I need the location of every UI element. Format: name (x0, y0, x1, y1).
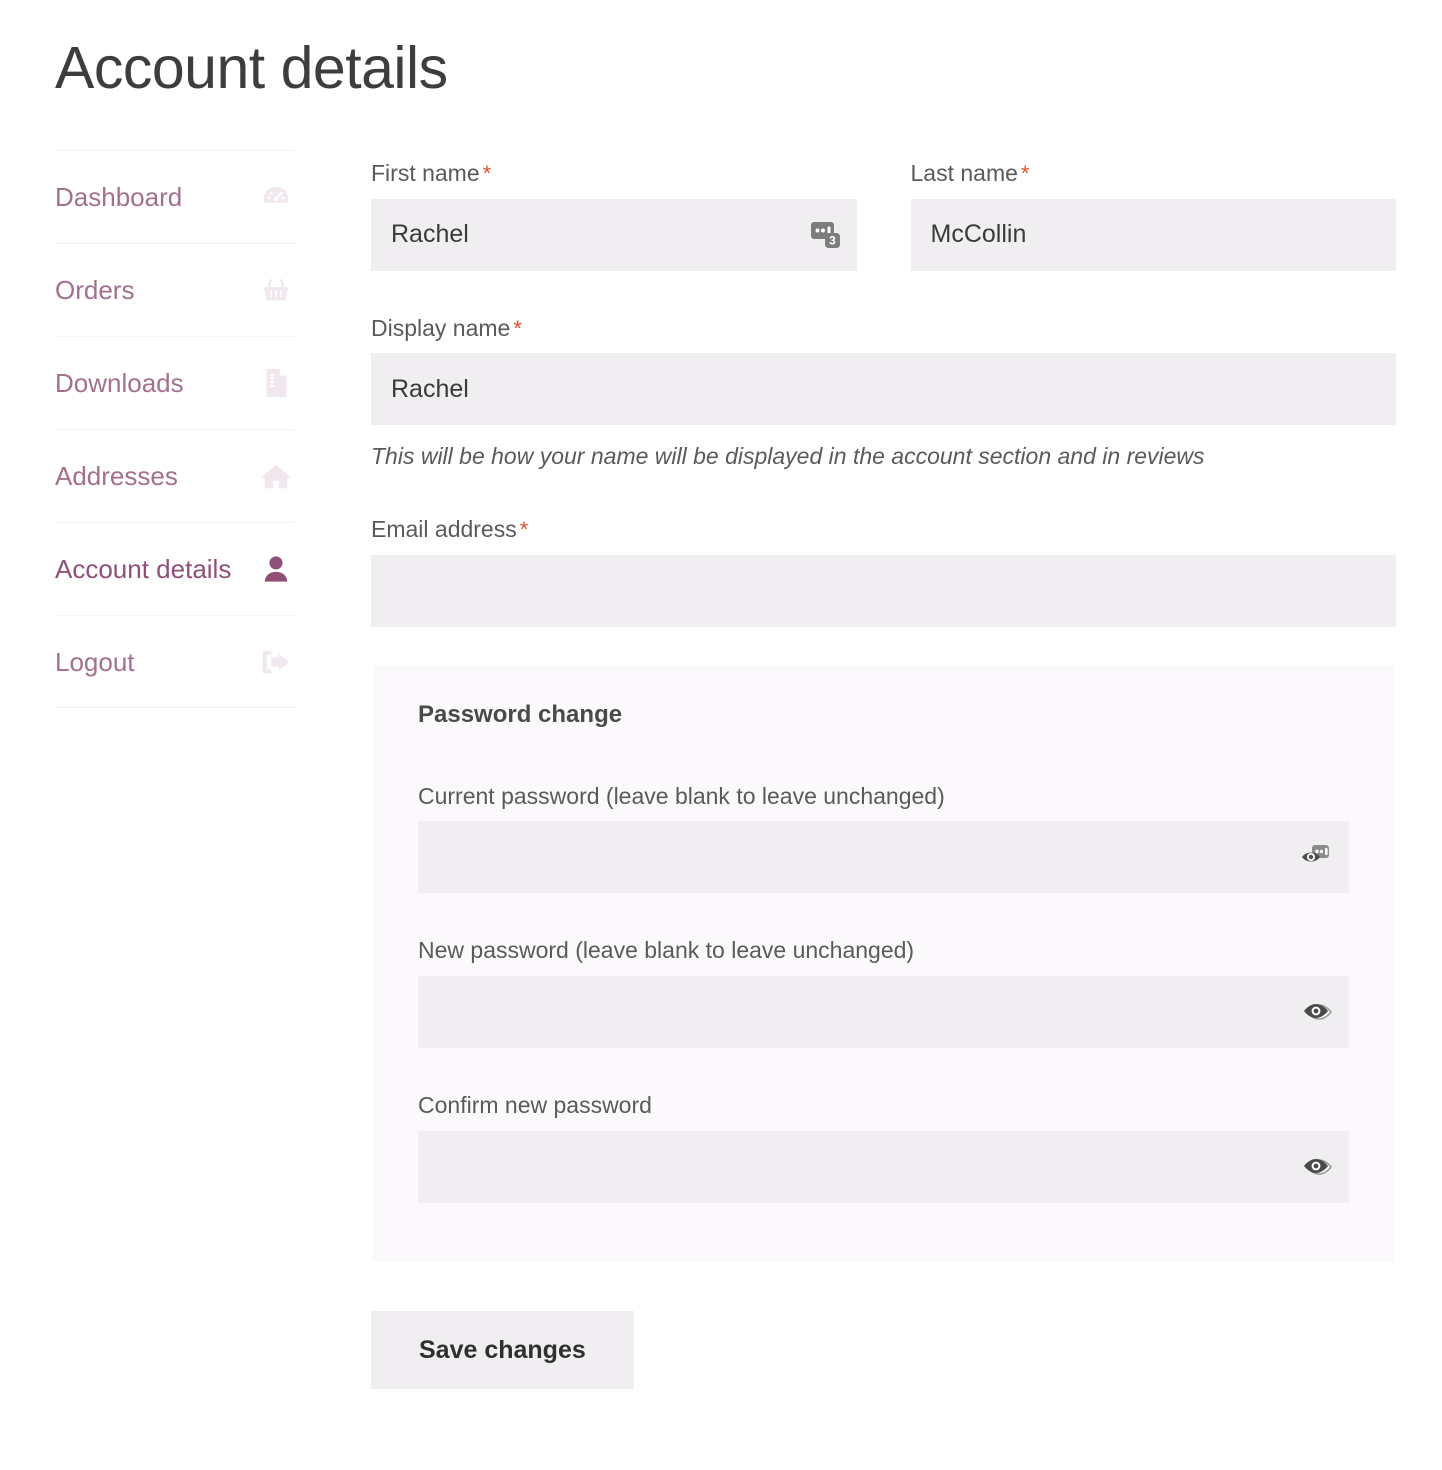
sidebar-item-orders[interactable]: Orders (55, 243, 295, 336)
last-name-field: Last name * (910, 160, 1396, 271)
required-asterisk: * (519, 517, 529, 543)
first-name-input[interactable] (371, 198, 857, 271)
new-password-field: New password (leave blank to leave uncha… (418, 937, 1349, 1049)
save-row: Save changes (371, 1310, 1396, 1389)
user-icon (259, 552, 293, 586)
page-title: Account details (55, 35, 448, 101)
confirm-password-label: Confirm new password (418, 1092, 652, 1119)
sidebar-item-label: Addresses (55, 461, 178, 491)
email-input-wrap (371, 554, 1396, 627)
password-change-legend: Password change (418, 700, 623, 728)
download-file-icon (259, 366, 293, 400)
sidebar-item-account-details[interactable]: Account details (55, 522, 295, 615)
sidebar-item-label: Downloads (55, 368, 184, 398)
gauge-icon (259, 180, 293, 214)
sidebar-item-label: Dashboard (55, 182, 183, 212)
last-name-label: Last name * (910, 160, 1030, 186)
display-name-input-wrap (371, 353, 1396, 426)
name-row: First name* 3 (371, 160, 1396, 271)
save-changes-button[interactable]: Save changes (371, 1310, 634, 1389)
sidebar-item-label: Account details (55, 554, 232, 584)
email-field: Email address * (371, 516, 1396, 627)
basket-icon (259, 273, 293, 307)
password-manager-icon[interactable]: 3 (809, 218, 843, 252)
sidebar-item-logout[interactable]: Logout (55, 615, 295, 708)
new-password-input-wrap (418, 976, 1349, 1049)
confirm-password-field: Confirm new password (418, 1092, 1349, 1203)
logout-icon (259, 645, 293, 679)
display-name-input[interactable] (371, 353, 1396, 426)
sidebar-item-label: Orders (55, 275, 135, 305)
required-asterisk: * (1020, 161, 1030, 186)
account-details-form: First name* 3 (371, 160, 1396, 1389)
first-name-field: First name* 3 (371, 160, 857, 271)
required-asterisk: * (513, 315, 522, 341)
current-password-field: Current password (leave blank to leave u… (418, 783, 1349, 894)
account-sidebar-nav: Dashboard Orders Downloads Addresses Acc… (55, 150, 295, 708)
first-name-label: First name * (371, 160, 492, 186)
current-password-input[interactable] (418, 821, 1349, 894)
eye-icon[interactable] (1303, 1154, 1335, 1180)
required-asterisk: * (482, 161, 492, 186)
email-label: Email address * (371, 516, 529, 543)
eye-icon[interactable] (1303, 999, 1335, 1025)
sidebar-item-label: Logout (55, 646, 135, 677)
home-icon (259, 459, 293, 493)
confirm-password-input-wrap (418, 1130, 1349, 1203)
sidebar-item-downloads[interactable]: Downloads (55, 336, 295, 429)
current-password-label: Current password (leave blank to leave u… (418, 782, 945, 809)
sidebar-item-dashboard[interactable]: Dashboard (55, 150, 295, 243)
sidebar-item-addresses[interactable]: Addresses (55, 429, 295, 522)
email-input[interactable] (371, 554, 1396, 627)
current-password-input-wrap (418, 821, 1349, 894)
password-manager-badge-count: 3 (829, 233, 836, 247)
new-password-input[interactable] (418, 976, 1349, 1049)
display-name-hint: This will be how your name will be displ… (371, 443, 1205, 470)
last-name-input[interactable] (910, 198, 1396, 271)
password-change-fieldset: Password change Current password (leave … (373, 664, 1394, 1261)
first-name-input-wrap: 3 (371, 198, 857, 271)
display-name-field: Display name* This will be how your name… (371, 315, 1396, 473)
new-password-label: New password (leave blank to leave uncha… (418, 937, 915, 964)
last-name-input-wrap (910, 198, 1396, 271)
eye-password-manager-icon[interactable] (1299, 842, 1335, 872)
display-name-label: Display name * (371, 314, 522, 341)
confirm-password-input[interactable] (418, 1130, 1349, 1203)
